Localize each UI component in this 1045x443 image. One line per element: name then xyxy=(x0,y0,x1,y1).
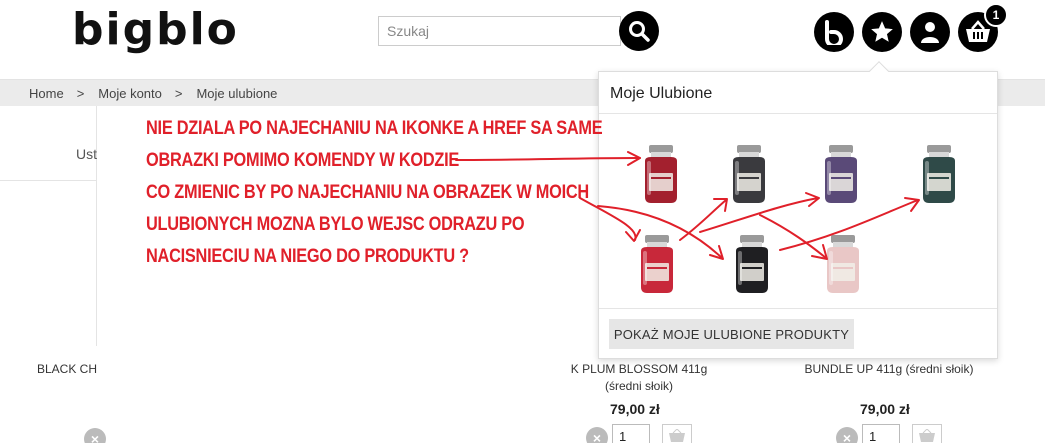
quantity-input[interactable] xyxy=(612,424,650,443)
product-name[interactable]: K PLUM BLOSSOM 411g (średni słoik) xyxy=(560,361,718,395)
search-icon xyxy=(629,21,650,42)
breadcrumb: Home > Moje konto > Moje ulubione xyxy=(29,86,277,101)
jar-highlight xyxy=(827,161,831,195)
jar-highlight xyxy=(643,251,647,285)
remove-favorite-button[interactable]: × xyxy=(84,428,106,443)
product-name-line2: (średni słoik) xyxy=(604,379,673,393)
jar-lid xyxy=(829,145,853,153)
jar-lid xyxy=(737,145,761,153)
jar-highlight xyxy=(925,161,929,195)
sidebar-tab-divider xyxy=(0,180,96,181)
product-name-line1: K PLUM BLOSSOM 411g xyxy=(570,362,708,376)
bigblo-logo[interactable]: bigblo xyxy=(72,10,272,58)
add-to-cart-button[interactable] xyxy=(912,424,942,443)
jar-label xyxy=(831,263,855,281)
jar-highlight xyxy=(735,161,739,195)
jar-label xyxy=(649,173,673,191)
brand-b-icon xyxy=(825,20,843,45)
favorite-product-thumb[interactable] xyxy=(723,143,775,205)
basket-icon xyxy=(919,429,935,442)
quantity-input[interactable] xyxy=(862,424,900,443)
jar-label-stripe xyxy=(647,267,667,269)
favorites-dropdown-title: Moje Ulubione xyxy=(610,85,713,102)
jar-label xyxy=(927,173,951,191)
jar-lid xyxy=(831,235,855,243)
annotation-line: NACISNIECIU NA NIEGO DO PRODUKTU ? xyxy=(146,246,469,267)
favorites-button[interactable] xyxy=(862,12,902,52)
jar-highlight xyxy=(647,161,651,195)
dropdown-divider xyxy=(599,113,997,114)
jar-lid xyxy=(740,235,764,243)
show-favorites-button[interactable]: POKAŻ MOJE ULUBIONE PRODUKTY xyxy=(609,319,854,349)
jar-label xyxy=(740,263,764,281)
breadcrumb-separator: > xyxy=(174,86,183,101)
breadcrumb-home[interactable]: Home xyxy=(29,86,64,101)
favorite-product-thumb[interactable] xyxy=(815,143,867,205)
remove-favorite-button[interactable]: × xyxy=(836,427,858,443)
jar-highlight xyxy=(738,251,742,285)
search-button[interactable] xyxy=(619,11,659,51)
jar-lid xyxy=(645,235,669,243)
jar-label-stripe xyxy=(831,177,851,179)
annotation-text: NIE DZIALA PO NAJECHANIU NA IKONKE A HRE… xyxy=(146,113,603,273)
add-to-cart-button[interactable] xyxy=(662,424,692,443)
star-icon xyxy=(871,21,893,42)
sidebar-item-settings[interactable]: Ust xyxy=(76,146,97,162)
dropdown-divider xyxy=(599,308,997,309)
favorite-product-thumb[interactable] xyxy=(726,233,778,295)
product-price: 79,00 zł xyxy=(610,401,660,417)
product-name[interactable]: BUNDLE UP 411g (średni słoik) xyxy=(790,361,988,378)
jar-label xyxy=(737,173,761,191)
annotation-line: OBRAZKI POMIMO KOMENDY W KODZIE xyxy=(146,150,460,171)
search-input[interactable] xyxy=(378,16,621,46)
sidebar-divider xyxy=(96,106,97,346)
jar-label-stripe xyxy=(742,267,762,269)
favorites-dropdown xyxy=(598,71,998,359)
favorite-product-thumb[interactable] xyxy=(817,233,869,295)
jar-lid xyxy=(927,145,951,153)
breadcrumb-separator: > xyxy=(76,86,85,101)
annotation-line: NIE DZIALA PO NAJECHANIU NA IKONKE A HRE… xyxy=(146,118,603,139)
jar-label xyxy=(645,263,669,281)
jar-label xyxy=(829,173,853,191)
user-account-button[interactable] xyxy=(910,12,950,52)
jar-label-stripe xyxy=(739,177,759,179)
annotation-line: ULUBIONYCH MOZNA BYLO WEJSC ODRAZU PO xyxy=(146,214,525,235)
product-price: 79,00 zł xyxy=(860,401,910,417)
jar-label-stripe xyxy=(651,177,671,179)
favorite-product-thumb[interactable] xyxy=(635,143,687,205)
jar-lid xyxy=(649,145,673,153)
jar-label-stripe xyxy=(929,177,949,179)
remove-favorite-button[interactable]: × xyxy=(586,427,608,443)
user-icon xyxy=(921,22,939,43)
favorite-product-thumb[interactable] xyxy=(913,143,965,205)
breadcrumb-favorites: Moje ulubione xyxy=(196,86,278,101)
breadcrumb-my-account[interactable]: Moje konto xyxy=(98,86,162,101)
brand-account-button[interactable] xyxy=(814,12,854,52)
favorite-product-thumb[interactable] xyxy=(631,233,683,295)
annotation-line: CO ZMIENIC BY PO NAJECHANIU NA OBRAZEK W… xyxy=(146,182,589,203)
product-name[interactable]: BLACK CH xyxy=(37,361,97,378)
jar-highlight xyxy=(829,251,833,285)
logo-text: bigblo xyxy=(72,10,239,55)
cart-count-badge: 1 xyxy=(984,3,1008,27)
basket-icon xyxy=(669,429,685,442)
jar-label-stripe xyxy=(833,267,853,269)
